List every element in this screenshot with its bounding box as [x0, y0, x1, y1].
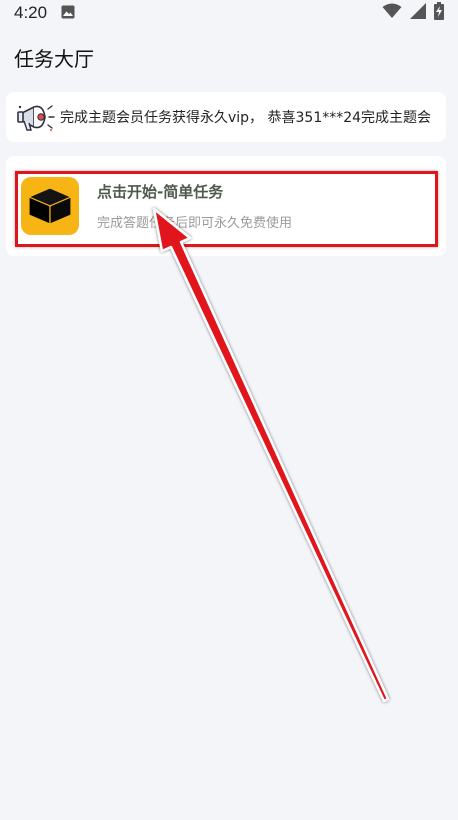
- cube-icon: [21, 177, 79, 235]
- battery-charging-icon: [434, 2, 444, 24]
- gallery-icon: [61, 4, 75, 23]
- signal-icon: [410, 3, 426, 23]
- task-subtitle: 完成答题任务后即可永久免费使用: [97, 216, 293, 231]
- notice-banner[interactable]: 完成主题会员任务获得永久vip， 恭喜351***24完成主题会: [6, 92, 446, 142]
- status-time: 4:20: [14, 3, 48, 22]
- task-item-simple[interactable]: 点击开始-简单任务 完成答题任务后即可永久免费使用: [16, 170, 436, 242]
- task-list: 点击开始-简单任务 完成答题任务后即可永久免费使用: [6, 156, 446, 256]
- task-hall-screen: 4:20 任务大厅 完成主题会员任务获得永久vip， 恭喜351***24完成主…: [0, 0, 458, 820]
- task-title: 点击开始-简单任务: [97, 183, 224, 201]
- wifi-icon: [382, 3, 402, 23]
- megaphone-icon: [12, 92, 60, 142]
- status-right-icons: [382, 2, 444, 24]
- task-texts: 点击开始-简单任务 完成答题任务后即可永久免费使用: [97, 181, 292, 231]
- page-title: 任务大厅: [14, 47, 94, 71]
- status-bar: 4:20: [0, 0, 458, 26]
- notice-text: 完成主题会员任务获得永久vip， 恭喜351***24完成主题会: [60, 110, 432, 126]
